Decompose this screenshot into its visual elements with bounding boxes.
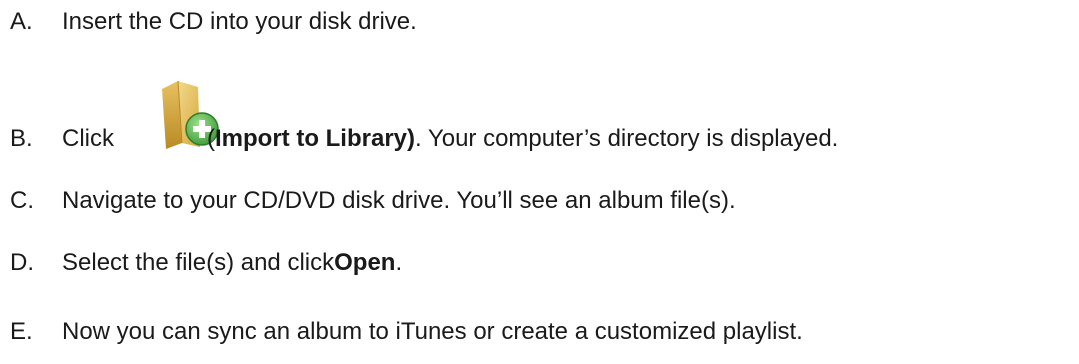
- step-letter: D.: [10, 249, 34, 276]
- import-to-library-label: Import to Library): [215, 125, 416, 152]
- step-text-before: Select the file(s) and click: [62, 249, 335, 276]
- step-text: Insert the CD into your disk drive.: [62, 8, 417, 35]
- paren-open: (: [207, 125, 215, 152]
- step-text-after: . Your computer’s directory is displayed…: [415, 125, 839, 152]
- step-e: E. Now you can sync an album to iTunes o…: [10, 318, 803, 346]
- step-text: Navigate to your CD/DVD disk drive. You’…: [62, 187, 736, 214]
- step-a: A. Insert the CD into your disk drive.: [10, 8, 417, 36]
- step-letter: A.: [10, 8, 33, 35]
- step-b: B. Click ( Import to Library) . Your com…: [10, 125, 838, 153]
- step-text-after: .: [395, 249, 403, 276]
- step-letter: C.: [10, 187, 34, 214]
- open-label: Open: [334, 249, 396, 276]
- step-c: C. Navigate to your CD/DVD disk drive. Y…: [10, 187, 736, 215]
- step-text: Now you can sync an album to iTunes or c…: [62, 318, 803, 345]
- step-text-before: Click: [62, 125, 114, 152]
- step-d: D. Select the file(s) and click Open .: [10, 249, 402, 277]
- step-letter: B.: [10, 125, 33, 152]
- step-letter: E.: [10, 318, 33, 345]
